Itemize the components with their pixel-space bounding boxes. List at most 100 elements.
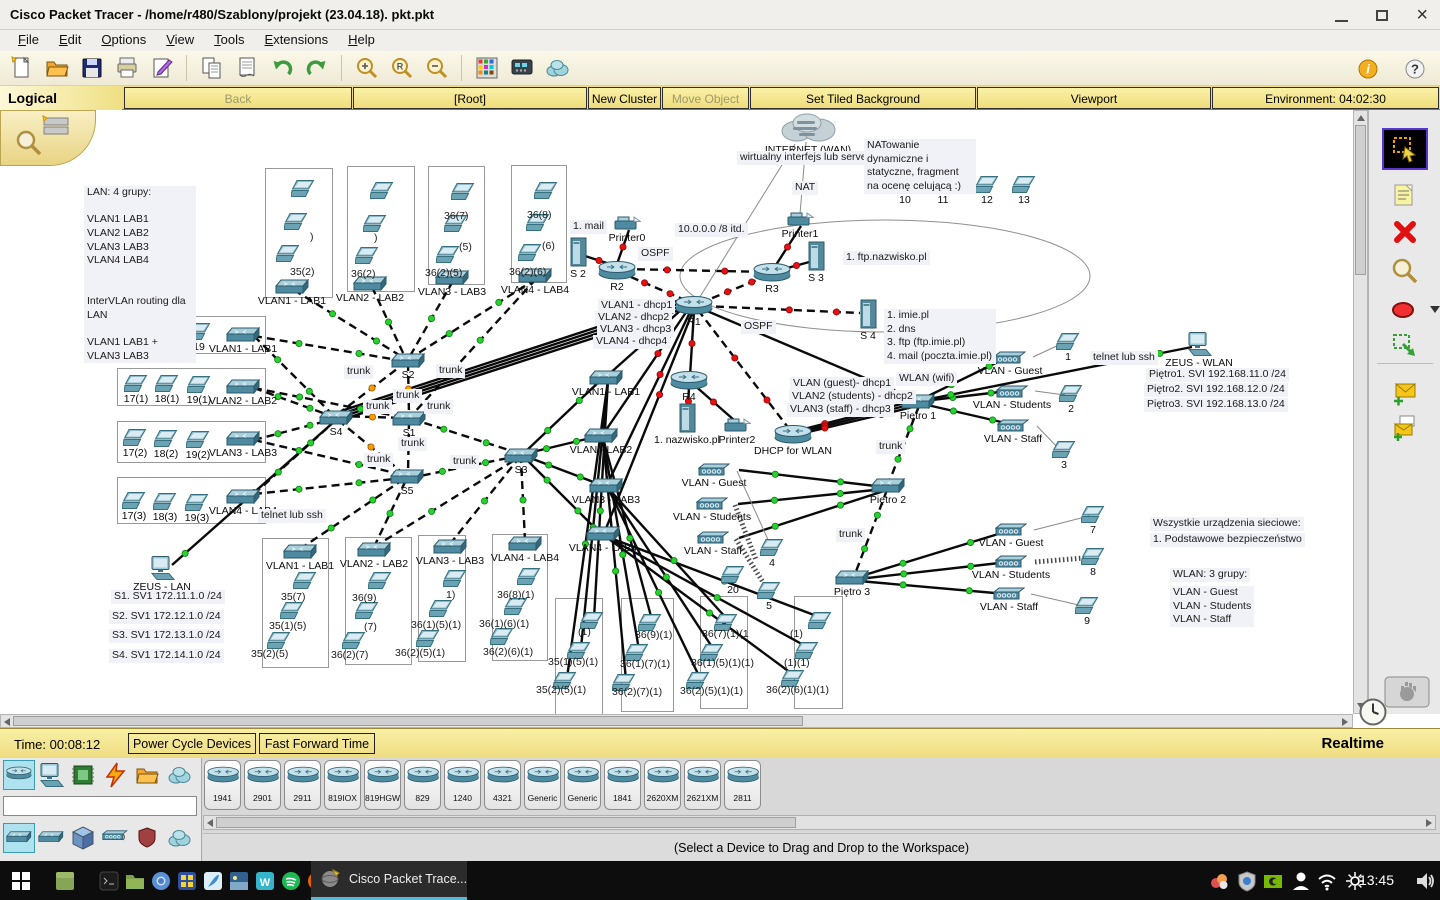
files-icon[interactable] [122,868,148,894]
help-icon[interactable]: ? [1397,54,1432,84]
category-hubs[interactable] [36,824,66,852]
palette-device-2621XM[interactable]: 2621XM [684,760,721,810]
device-laptop[interactable] [284,213,308,235]
move-object-button[interactable]: Move Object [662,87,749,109]
palette-device-2911[interactable]: 2911 [284,760,321,810]
logical-workspace[interactable]: INTERNET (WAN)10111213Printer0Printer1Pr… [0,110,1353,714]
spotify-icon[interactable] [278,868,304,894]
device-laptop[interactable] [808,612,832,634]
set-tiled-background-button[interactable]: Set Tiled Background [750,87,976,109]
device-laptop[interactable] [276,245,300,267]
menu-options[interactable]: Options [91,30,156,51]
add-complex-pdu-tool[interactable] [1384,408,1426,446]
palette-device-Generic[interactable]: Generic [564,760,601,810]
scroll-up-icon[interactable] [1357,115,1365,121]
device-laptop[interactable] [534,182,558,204]
shape-dropdown-icon[interactable] [1430,306,1440,313]
palette-device-1841[interactable]: 1841 [604,760,641,810]
realtime-mode-label[interactable]: Realtime [1321,735,1384,752]
menu-tools[interactable]: Tools [204,30,254,51]
device-laptop[interactable] [436,246,460,268]
close-icon[interactable]: × [1416,8,1428,22]
back-button[interactable]: Back [124,87,352,109]
category-components[interactable] [68,761,98,789]
chromium-icon[interactable] [148,868,174,894]
new-cluster-button[interactable]: New Cluster [588,87,661,109]
delete-tool[interactable] [1384,213,1426,251]
menu-help[interactable]: Help [338,30,385,51]
notifications-icon[interactable] [1206,868,1232,894]
palette-device-2901[interactable]: 2901 [244,760,281,810]
draw-shape-tool[interactable] [1384,292,1426,330]
device-laptop[interactable] [451,183,475,205]
place-note-tool[interactable] [1384,177,1426,215]
category-wan[interactable] [164,761,194,789]
zoom-out-icon[interactable] [419,53,454,83]
desktop-pager-icon[interactable] [174,868,200,894]
device-cloud[interactable] [779,111,837,148]
menu-file[interactable]: File [8,30,49,51]
palette-scrollbar[interactable] [203,815,1436,830]
palette-device-Generic[interactable]: Generic [524,760,561,810]
zoom-in-icon[interactable] [349,53,384,83]
image-viewer-icon[interactable] [226,868,252,894]
feather-icon[interactable] [200,868,226,894]
start-icon[interactable] [8,868,34,894]
menu-edit[interactable]: Edit [49,30,91,51]
category-folder[interactable] [132,761,162,789]
minimize-icon[interactable] [1335,9,1348,22]
palette-device-2620XM[interactable]: 2620XM [644,760,681,810]
root-button[interactable]: [Root] [353,87,587,109]
category-misc[interactable] [68,824,98,852]
category-power[interactable] [100,761,130,789]
category-security[interactable] [132,824,162,852]
device-server[interactable] [860,299,877,334]
device-laptop[interactable] [517,568,541,590]
palette-device-829[interactable]: 829 [404,760,441,810]
security-shield-icon[interactable] [1234,868,1260,894]
palette-device-1240[interactable]: 1240 [444,760,481,810]
palette-device-2811[interactable]: 2811 [724,760,761,810]
logical-tab[interactable]: Logical [0,86,122,110]
menu-extensions[interactable]: Extensions [255,30,339,51]
info-icon[interactable]: i [1350,54,1385,84]
palette-device-819IOX[interactable]: 819IOX [324,760,361,810]
custom-device-icon[interactable] [504,53,539,83]
new-file-icon[interactable] [4,53,39,83]
realtime-clock-icon[interactable] [1358,697,1388,732]
drag-hand-panel[interactable] [1384,676,1431,714]
environment-button[interactable]: Environment: 04:02:30 [1212,87,1439,109]
device-laptop[interactable] [291,180,315,202]
copy-icon[interactable] [194,53,229,83]
palette-device-1941[interactable]: 1941 [204,760,241,810]
viewport-button[interactable]: Viewport [977,87,1211,109]
writer-icon[interactable]: W [252,868,278,894]
cluster-device-icon[interactable] [41,115,71,142]
save-icon[interactable] [74,53,109,83]
select-tool[interactable] [1384,130,1426,168]
resize-tool[interactable] [1384,327,1426,365]
inspect-tool[interactable] [1384,252,1426,290]
canvas-vscrollbar[interactable] [1353,110,1368,714]
category-routers[interactable] [4,761,34,789]
paste-icon[interactable] [229,53,264,83]
redo-icon[interactable] [299,53,334,83]
color-palette-icon[interactable] [469,53,504,83]
category-switches[interactable] [4,824,34,852]
canvas-hscrollbar[interactable] [0,714,1353,728]
volume-icon[interactable] [1412,868,1438,894]
user-icon[interactable] [1288,868,1314,894]
palette-device-4321[interactable]: 4321 [484,760,521,810]
note-editor-icon[interactable] [144,53,179,83]
device-server[interactable] [808,241,825,276]
scroll-left-icon[interactable] [4,718,10,726]
fast-forward-time-button[interactable]: Fast Forward Time [259,733,375,754]
nvidia-icon[interactable] [1260,868,1286,894]
zoom-original-icon[interactable]: R [384,53,419,83]
maximize-icon[interactable] [1376,10,1388,21]
add-simple-pdu-tool[interactable] [1384,373,1426,411]
terminal-icon[interactable] [96,868,122,894]
print-icon[interactable] [109,53,144,83]
cluster-magnifier-icon[interactable] [15,129,43,162]
undo-icon[interactable] [264,53,299,83]
